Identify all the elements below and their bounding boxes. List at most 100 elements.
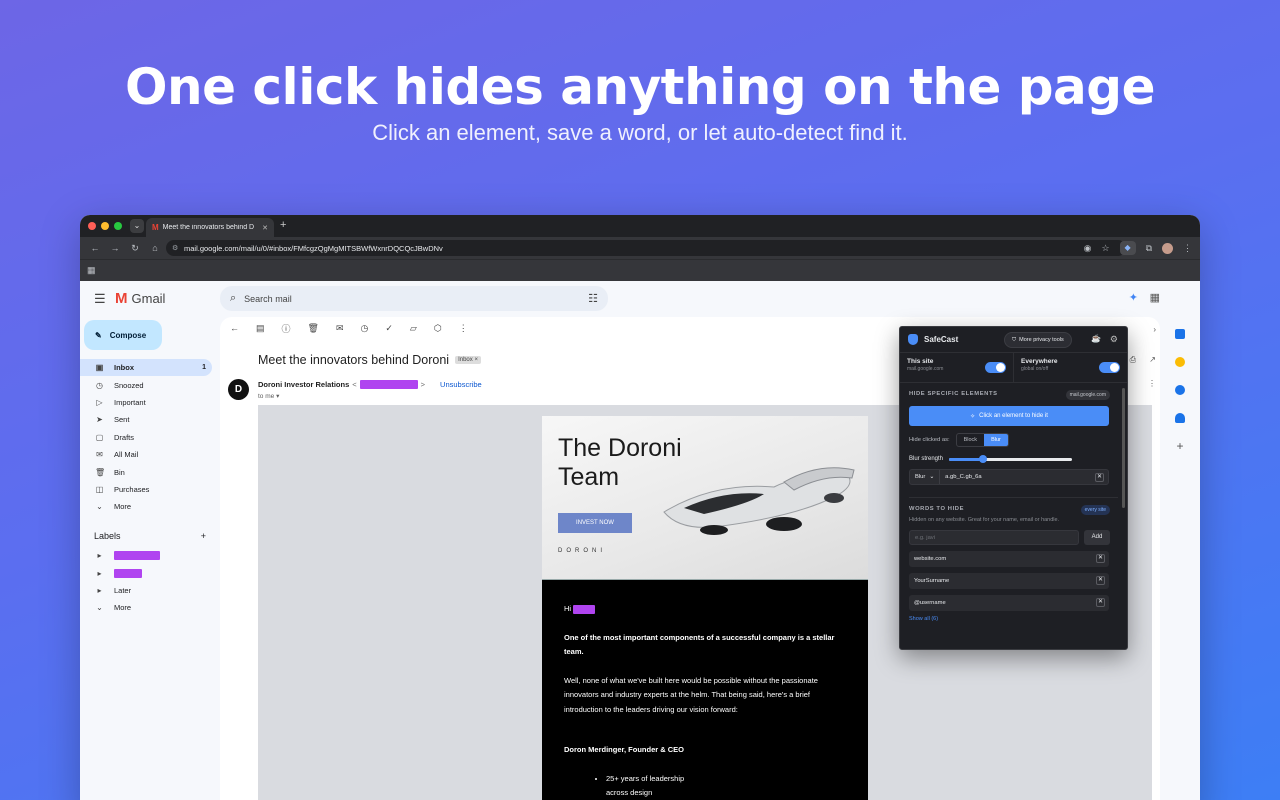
extensions-puzzle-icon[interactable]: ⧉ (1146, 243, 1152, 254)
remove-word-icon[interactable]: ✕ (1096, 576, 1105, 585)
mode-blur-option[interactable]: Blur (984, 434, 1008, 446)
blur-strength-label: Blur strength (909, 456, 944, 462)
sidebar-item-bin[interactable]: 🗑 Bin (80, 463, 212, 480)
remove-rule-icon[interactable]: ✕ (1095, 473, 1104, 482)
slider-handle[interactable] (979, 454, 988, 463)
rule-mode-select[interactable]: Blur ⌄ (910, 470, 941, 484)
archive-icon[interactable]: ▤ (256, 323, 265, 334)
site-info-icon[interactable]: ⚙ (172, 244, 178, 252)
label-icon[interactable]: ⬡ (434, 323, 442, 334)
invest-now-button[interactable]: INVEST NOW (558, 513, 632, 533)
main-menu-icon[interactable]: ☰ (94, 291, 106, 307)
report-spam-icon[interactable]: ⓘ (282, 322, 291, 335)
hero-subtitle: Click an element, save a word, or let au… (372, 120, 908, 145)
url-field[interactable]: ⚙ mail.google.com/mail/u/0/#inbox/FMfcgz… (166, 240, 1126, 256)
search-options-icon[interactable]: ☷ (588, 292, 598, 305)
message-more-icon[interactable]: ⋮ (1148, 379, 1156, 388)
open-new-window-icon[interactable]: ↗ (1149, 355, 1156, 364)
snooze-icon[interactable]: ◷ (361, 323, 369, 334)
sidebar-item-inbox[interactable]: ▣ Inbox 1 (80, 359, 212, 377)
tab-search-chevron-icon[interactable]: ⌄ (130, 219, 144, 233)
close-window-button[interactable] (88, 222, 96, 230)
hide-mode-label: Hide clicked as: (909, 437, 950, 443)
remove-word-icon[interactable]: ✕ (1096, 554, 1105, 563)
safecast-extension-icon[interactable]: ◆ (1119, 241, 1136, 255)
sidebar-item-important[interactable]: ▷ Important (80, 394, 212, 411)
delete-icon[interactable]: 🗑 (308, 323, 319, 334)
compose-button[interactable]: ✎ Compose (84, 320, 162, 350)
maximize-window-button[interactable] (114, 222, 122, 230)
gmail-favicon-icon: M (152, 223, 159, 232)
chevron-down-icon: ⌄ (929, 474, 935, 480)
tab-bar: ⌄ M Meet the innovators behind D ✕ + (80, 215, 1200, 237)
label-later[interactable]: ▸ Later (80, 582, 212, 599)
contacts-icon[interactable] (1175, 413, 1185, 423)
close-tab-icon[interactable]: ✕ (262, 224, 268, 232)
recipient-line[interactable]: to me ▾ (258, 392, 279, 400)
eye-icon[interactable]: ◉ (1084, 243, 1092, 254)
print-icon[interactable]: ⎙ (1130, 355, 1136, 365)
minimize-window-button[interactable] (101, 222, 109, 230)
gear-icon[interactable]: ⚙ (1110, 334, 1118, 345)
everywhere-switch[interactable] (1099, 362, 1120, 373)
word-input[interactable]: e.g. javi (909, 530, 1079, 545)
move-to-icon[interactable]: ▱ (410, 323, 417, 334)
home-icon[interactable]: ⌂ (150, 243, 160, 253)
bookmark-star-icon[interactable]: ☆ (1101, 243, 1109, 254)
sidebar-item-more[interactable]: ⌄ More (80, 498, 212, 515)
browser-tab[interactable]: M Meet the innovators behind D ✕ (146, 218, 274, 237)
sender-avatar[interactable]: D (228, 379, 249, 400)
reload-icon[interactable]: ↻ (130, 243, 140, 254)
add-addon-icon[interactable]: + (1175, 440, 1185, 452)
google-apps-icon[interactable]: ▦ (1150, 291, 1160, 304)
back-icon[interactable]: ← (90, 243, 100, 253)
apps-grid-icon[interactable]: ▦ (87, 265, 96, 276)
show-all-link[interactable]: Show all (6) (909, 616, 1118, 622)
coffee-icon[interactable]: ☕ (1091, 334, 1101, 343)
shopping-bag-icon: ◫ (95, 484, 104, 494)
site-chip: mail.google.com (1065, 390, 1110, 400)
popup-scrollbar[interactable] (1122, 388, 1125, 508)
unsubscribe-link[interactable]: Unsubscribe (440, 380, 482, 389)
labels-more[interactable]: ⌄ More (80, 599, 212, 616)
click-element-button[interactable]: ✧ Click an element to hide it (909, 406, 1109, 426)
keep-icon[interactable] (1175, 357, 1185, 367)
shield-icon: ⛉ (1012, 336, 1017, 343)
tasks-icon[interactable] (1175, 385, 1185, 395)
sidebar-item-drafts[interactable]: ▢ Drafts (80, 429, 212, 446)
sidebar-item-all-mail[interactable]: ✉ All Mail (80, 446, 212, 463)
search-icon[interactable]: ⌕ (230, 292, 236, 305)
new-tab-icon[interactable]: + (280, 219, 286, 231)
sidebar-item-purchases[interactable]: ◫ Purchases (80, 481, 212, 498)
gmail-m-icon: M (115, 290, 128, 307)
this-site-switch[interactable] (985, 362, 1006, 373)
mode-block-option[interactable]: Block (957, 434, 984, 446)
paragraph-3: Doron Merdinger, Founder & CEO (564, 745, 685, 754)
gmail-logo[interactable]: M Gmail (115, 290, 165, 307)
sidebar-item-sent[interactable]: ➤ Sent (80, 411, 212, 428)
back-arrow-icon[interactable]: ← (230, 323, 239, 333)
browser-menu-icon[interactable]: ⋮ (1183, 243, 1192, 254)
blur-strength-slider[interactable] (949, 454, 1073, 463)
profile-avatar[interactable] (1162, 242, 1173, 254)
add-label-icon[interactable]: + (201, 531, 206, 541)
more-privacy-tools-button[interactable]: ⛉ More privacy tools (1004, 332, 1072, 348)
gemini-sparkle-icon[interactable]: ✦ (1129, 291, 1138, 304)
more-actions-icon[interactable]: ⋮ (459, 323, 468, 334)
calendar-icon[interactable] (1175, 329, 1185, 339)
sidebar-item-snoozed[interactable]: ◷ Snoozed (80, 376, 212, 393)
remove-word-icon[interactable]: ✕ (1096, 598, 1105, 607)
next-message-icon[interactable]: › (1153, 325, 1156, 334)
folder-chip-label: Inbox (458, 357, 473, 363)
more-tools-label: More privacy tools (1019, 337, 1064, 343)
mark-unread-icon[interactable]: ✉ (336, 323, 344, 334)
label-redacted-1[interactable]: ▸ (80, 547, 212, 564)
add-task-icon[interactable]: ✓ (385, 323, 393, 334)
forward-icon[interactable]: → (110, 243, 120, 253)
sidebar-item-label: Sent (114, 415, 130, 425)
label-redacted-2[interactable]: ▸ (80, 564, 212, 581)
add-word-button[interactable]: Add (1084, 530, 1110, 545)
bookmarks-bar: ▦ (80, 259, 1200, 281)
folder-chip[interactable]: Inbox × (455, 356, 481, 364)
search-input[interactable]: ⌕ Search mail ☷ (220, 286, 608, 311)
